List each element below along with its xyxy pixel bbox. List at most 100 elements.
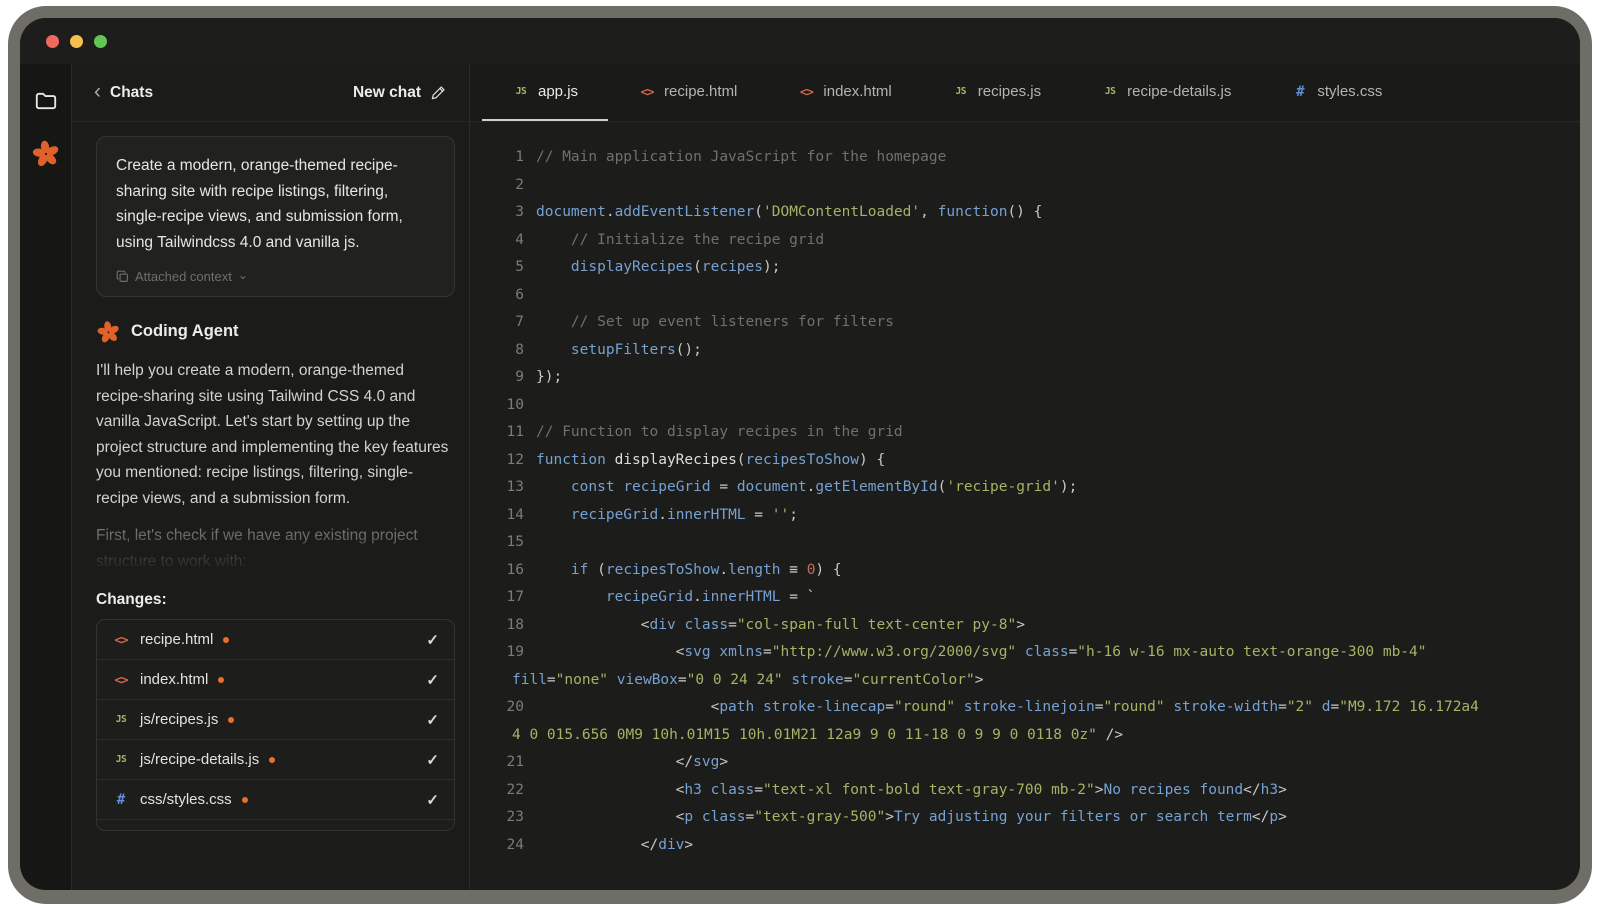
- tab-label: index.html: [823, 83, 891, 100]
- code-text: <h3 class="text-xl font-bold text-gray-7…: [536, 777, 1287, 805]
- js-file-icon: JS: [112, 754, 130, 765]
- tab-recipe.html[interactable]: <>recipe.html: [608, 64, 767, 121]
- code-text: recipeGrid.innerHTML = `: [536, 584, 815, 612]
- code-text: });: [536, 364, 562, 392]
- agent-response-faded: First, let's check if we have any existi…: [96, 523, 455, 573]
- code-text: recipeGrid.innerHTML = '';: [536, 502, 798, 530]
- tab-app.js[interactable]: JSapp.js: [482, 64, 608, 121]
- project-files-button[interactable]: [31, 86, 61, 116]
- code-line: 18 <div class="col-span-full text-center…: [488, 612, 1580, 640]
- line-number: [488, 722, 500, 750]
- tab-index.html[interactable]: <> index.html: [767, 64, 921, 121]
- code-text: // Set up event listeners for filters: [536, 309, 894, 337]
- line-number: 5: [488, 254, 524, 282]
- code-line: 21 </svg>: [488, 749, 1580, 777]
- line-number: 24: [488, 832, 524, 860]
- code-text: 4 0 015.656 0M9 10h.01M15 10h.01M21 12a9…: [512, 722, 1123, 750]
- agent-response: I'll help you create a modern, orange-th…: [96, 358, 455, 511]
- code-text: displayRecipes(recipes);: [536, 254, 780, 282]
- code-line: 4 0 015.656 0M9 10h.01M15 10h.01M21 12a9…: [488, 722, 1580, 750]
- code-line: fill="none" viewBox="0 0 24 24" stroke="…: [488, 667, 1580, 695]
- copy-icon: [116, 270, 129, 283]
- code-line: 8 setupFilters();: [488, 337, 1580, 365]
- code-line: 10: [488, 392, 1580, 420]
- line-number: 23: [488, 804, 524, 832]
- tab-bar: JSapp.js<>recipe.html<>index.htmlJSrecip…: [470, 64, 1580, 122]
- code-editor[interactable]: 1// Main application JavaScript for the …: [470, 122, 1580, 890]
- code-text: fill="none" viewBox="0 0 24 24" stroke="…: [512, 667, 983, 695]
- js-file-icon: JS: [512, 86, 530, 97]
- line-number: [488, 667, 500, 695]
- minimize-button[interactable]: [70, 35, 83, 48]
- line-number: 8: [488, 337, 524, 365]
- modified-dot-icon: [218, 677, 224, 683]
- code-line: 15: [488, 529, 1580, 557]
- code-line: 2: [488, 172, 1580, 200]
- code-text: // Main application JavaScript for the h…: [536, 144, 946, 172]
- code-line: 22 <h3 class="text-xl font-bold text-gra…: [488, 777, 1580, 805]
- chats-back-button[interactable]: ‹ Chats: [94, 84, 153, 102]
- changes-label: Changes:: [96, 591, 455, 609]
- change-row-js/recipe-details.js[interactable]: JS js/recipe-details.js ✓: [97, 740, 454, 780]
- code-text: <p class="text-gray-500">Try adjusting y…: [536, 804, 1287, 832]
- check-icon: ✓: [426, 631, 439, 649]
- check-icon: ✓: [426, 751, 439, 769]
- tab-label: recipe-details.js: [1127, 83, 1231, 100]
- line-number: 15: [488, 529, 524, 557]
- code-line: 7 // Set up event listeners for filters: [488, 309, 1580, 337]
- change-row-recipe.html[interactable]: <>recipe.html✓: [97, 620, 454, 660]
- folder-icon: [33, 88, 59, 114]
- css-file-icon: #: [112, 792, 130, 808]
- tab-styles.css[interactable]: #styles.css: [1261, 64, 1412, 121]
- line-number: 4: [488, 227, 524, 255]
- modified-dot-icon: [269, 757, 275, 763]
- html-file-icon: <>: [638, 84, 656, 99]
- change-row-index.html[interactable]: <>index.html✓: [97, 660, 454, 700]
- line-number: 21: [488, 749, 524, 777]
- line-number: 20: [488, 694, 524, 722]
- line-number: 18: [488, 612, 524, 640]
- code-line: 23 <p class="text-gray-500">Try adjustin…: [488, 804, 1580, 832]
- new-chat-button[interactable]: New chat: [353, 84, 447, 102]
- code-line: 17 recipeGrid.innerHTML = `: [488, 584, 1580, 612]
- changes-list: <>recipe.html✓<>index.html✓JSjs/recipes.…: [96, 619, 455, 831]
- code-text: if (recipesToShow.length ≡ 0) {: [536, 557, 842, 585]
- change-file-name: js/recipe-details.js: [140, 751, 259, 768]
- agent-flower-icon: [96, 319, 121, 344]
- app-window: ‹ Chats New chat Create a modern, orange…: [20, 18, 1580, 890]
- tab-recipe-details.js[interactable]: JSrecipe-details.js: [1071, 64, 1261, 121]
- main-area: ‹ Chats New chat Create a modern, orange…: [20, 64, 1580, 890]
- chat-transcript: Create a modern, orange-themed recipe-sh…: [72, 122, 469, 890]
- tab-label: recipes.js: [978, 83, 1041, 100]
- change-row-js/recipes.js[interactable]: JSjs/recipes.js✓: [97, 700, 454, 740]
- coding-agent-button[interactable]: [31, 138, 61, 168]
- activity-bar: [20, 64, 72, 890]
- line-number: 3: [488, 199, 524, 227]
- code-line: 5 displayRecipes(recipes);: [488, 254, 1580, 282]
- change-file-name: recipe.html: [140, 631, 213, 648]
- change-file-name: js/recipes.js: [140, 711, 218, 728]
- change-row-css/styles.css[interactable]: #css/styles.css✓: [97, 780, 454, 820]
- code-line: 16 if (recipesToShow.length ≡ 0) {: [488, 557, 1580, 585]
- zoom-button[interactable]: [94, 35, 107, 48]
- html-file-icon: <>: [797, 84, 815, 99]
- pencil-icon: [430, 84, 447, 101]
- code-line: 11// Function to display recipes in the …: [488, 419, 1580, 447]
- code-line: 14 recipeGrid.innerHTML = '';: [488, 502, 1580, 530]
- modified-dot-icon: [242, 797, 248, 803]
- change-row-clipped: [97, 820, 454, 830]
- code-text: <path stroke-linecap="round" stroke-line…: [536, 694, 1479, 722]
- line-number: 17: [488, 584, 524, 612]
- chats-label: Chats: [110, 84, 153, 102]
- editor-panel: JSapp.js<>recipe.html<>index.htmlJSrecip…: [470, 64, 1580, 890]
- code-text: setupFilters();: [536, 337, 702, 365]
- code-text: </svg>: [536, 749, 728, 777]
- js-file-icon: JS: [952, 86, 970, 97]
- close-button[interactable]: [46, 35, 59, 48]
- window-frame: ‹ Chats New chat Create a modern, orange…: [8, 6, 1592, 904]
- attached-context-chip[interactable]: Attached context ⌄: [116, 269, 435, 284]
- code-line: 20 <path stroke-linecap="round" stroke-l…: [488, 694, 1580, 722]
- tab-recipes.js[interactable]: JS recipes.js: [922, 64, 1071, 121]
- modified-dot-icon: [228, 717, 234, 723]
- code-line: 19 <svg xmlns="http://www.w3.org/2000/sv…: [488, 639, 1580, 667]
